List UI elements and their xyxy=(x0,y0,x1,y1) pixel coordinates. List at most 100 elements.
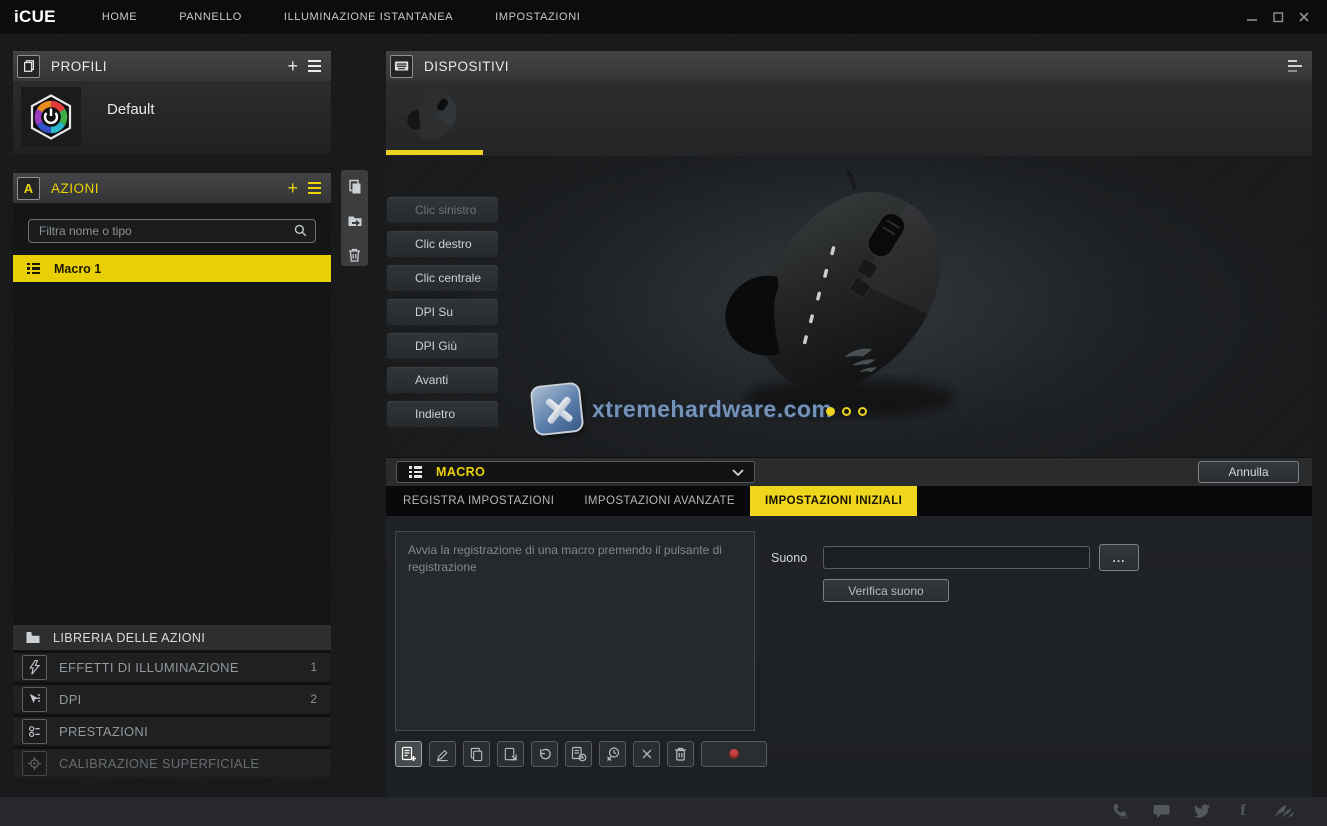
corsair-logo-icon[interactable] xyxy=(1274,802,1294,820)
nav-impostazioni[interactable]: IMPOSTAZIONI xyxy=(495,11,580,23)
mouse-button-middle[interactable]: Clic centrale xyxy=(386,264,499,292)
copy-event-button[interactable] xyxy=(463,741,490,767)
library-title: LIBRERIA DELLE AZIONI xyxy=(53,631,205,645)
category-count-badge: 1 xyxy=(310,660,317,674)
action-filter-input[interactable] xyxy=(28,219,316,243)
mouse-button-back[interactable]: Indietro xyxy=(386,400,499,428)
devices-panel: DISPOSITIVI Clic sinistro xyxy=(386,51,1312,797)
actions-side-toolbar xyxy=(341,170,368,266)
devices-options-icon[interactable] xyxy=(1288,60,1302,72)
facebook-icon[interactable]: f xyxy=(1233,802,1253,820)
chevron-down-icon xyxy=(732,463,744,481)
footer-bar: 24 f xyxy=(0,797,1327,826)
maximize-icon[interactable] xyxy=(1271,10,1285,24)
library-category-surface-calibration[interactable]: CALIBRAZIONE SUPERFICIALE xyxy=(13,747,331,777)
library-header[interactable]: LIBRERIA DELLE AZIONI xyxy=(13,625,331,650)
paste-event-button[interactable] xyxy=(497,741,524,767)
folder-icon xyxy=(25,631,41,645)
chat-icon[interactable] xyxy=(1151,802,1171,820)
action-item-label: Macro 1 xyxy=(54,262,101,276)
add-event-button[interactable] xyxy=(395,741,422,767)
delete-action-icon[interactable] xyxy=(347,247,362,268)
device-view-pager xyxy=(826,407,867,416)
add-profile-button[interactable]: + xyxy=(287,58,298,74)
profiles-menu-icon[interactable] xyxy=(308,60,321,73)
nav-home[interactable]: HOME xyxy=(102,11,137,23)
macro-tabs: REGISTRA IMPOSTAZIONI IMPOSTAZIONI AVANZ… xyxy=(386,486,1312,516)
library-category-performance[interactable]: PRESTAZIONI xyxy=(13,715,331,745)
svg-text:24: 24 xyxy=(1120,814,1128,821)
macro-list-icon xyxy=(27,263,40,274)
sound-label: Suono xyxy=(771,551,807,565)
devices-title: DISPOSITIVI xyxy=(424,59,1288,74)
nav-pannello[interactable]: PANNELLO xyxy=(179,11,242,23)
crosshair-icon xyxy=(22,751,47,776)
profiles-icon xyxy=(17,55,40,78)
cancel-button[interactable]: Annulla xyxy=(1198,461,1299,483)
copy-action-icon[interactable] xyxy=(347,179,363,200)
device-tab-mouse[interactable] xyxy=(396,86,474,147)
sliders-icon xyxy=(22,719,47,744)
mouse-button-dpi-up[interactable]: DPI Su xyxy=(386,298,499,326)
actions-icon: A xyxy=(17,177,40,200)
tab-registra-impostazioni[interactable]: REGISTRA IMPOSTAZIONI xyxy=(388,486,569,516)
close-icon[interactable] xyxy=(1297,10,1311,24)
lightning-icon xyxy=(22,655,47,680)
macro-settings-content: Avvia la registrazione di una macro prem… xyxy=(386,516,1312,797)
sound-input[interactable] xyxy=(823,546,1090,569)
profiles-panel: PROFILI + xyxy=(13,51,331,154)
delete-event-button[interactable] xyxy=(667,741,694,767)
window-controls xyxy=(1245,0,1311,34)
profile-item-default[interactable]: Default xyxy=(21,87,323,149)
dropdown-selected-value: MACRO xyxy=(436,465,732,479)
import-action-icon[interactable] xyxy=(347,213,363,234)
dpi-cursor-icon xyxy=(22,687,47,712)
library-category-dpi[interactable]: DPI 2 xyxy=(13,683,331,713)
edit-event-button[interactable] xyxy=(429,741,456,767)
profile-logo-icon xyxy=(21,87,81,147)
profiles-title: PROFILI xyxy=(51,59,287,74)
icue-logo: iCUE xyxy=(14,7,56,27)
undo-button[interactable] xyxy=(531,741,558,767)
main-nav: HOME PANNELLO ILLUMINAZIONE ISTANTANEA I… xyxy=(102,11,581,23)
minimize-icon[interactable] xyxy=(1245,10,1259,24)
browse-sound-button[interactable]: ... xyxy=(1099,544,1139,571)
twitter-icon[interactable] xyxy=(1192,802,1212,820)
nav-illuminazione-istantanea[interactable]: ILLUMINAZIONE ISTANTANEA xyxy=(284,11,453,23)
support-phone-icon[interactable]: 24 xyxy=(1110,802,1130,820)
action-item-macro-1[interactable]: Macro 1 xyxy=(13,255,331,282)
pager-dot-1[interactable] xyxy=(826,407,835,416)
actions-panel: A AZIONI + Macro 1 LIBRERIA DELLE AZIONI xyxy=(13,173,331,777)
macro-list-icon xyxy=(409,466,422,477)
tab-impostazioni-iniziali[interactable]: IMPOSTAZIONI INIZIALI xyxy=(750,486,917,516)
record-button[interactable] xyxy=(701,741,767,767)
mouse-button-right[interactable]: Clic destro xyxy=(386,230,499,258)
mouse-button-forward[interactable]: Avanti xyxy=(386,366,499,394)
macro-editor[interactable]: Avvia la registrazione di una macro prem… xyxy=(395,531,755,731)
add-action-button[interactable]: + xyxy=(287,180,298,196)
verify-sound-button[interactable]: Verifica suono xyxy=(823,579,949,602)
xtremehardware-watermark: xtremehardware.com xyxy=(532,384,832,434)
insert-delay-button[interactable] xyxy=(565,741,592,767)
profile-name: Default xyxy=(107,101,155,118)
mouse-button-left[interactable]: Clic sinistro xyxy=(386,196,499,224)
mouse-button-dpi-down[interactable]: DPI Giù xyxy=(386,332,499,360)
assignment-bar: MACRO Annulla xyxy=(386,458,1312,486)
clear-button[interactable] xyxy=(633,741,660,767)
mouse-thumbnail xyxy=(396,86,474,147)
actions-title: AZIONI xyxy=(51,181,287,196)
search-icon xyxy=(293,223,308,243)
category-count-badge: 2 xyxy=(310,692,317,706)
pager-dot-2[interactable] xyxy=(842,407,851,416)
macro-toolbar xyxy=(395,741,767,767)
action-type-dropdown[interactable]: MACRO xyxy=(396,461,755,483)
watermark-x-badge xyxy=(530,382,585,437)
pager-dot-3[interactable] xyxy=(858,407,867,416)
record-icon xyxy=(729,749,739,759)
keyboard-icon xyxy=(390,55,413,78)
tab-impostazioni-avanzate[interactable]: IMPOSTAZIONI AVANZATE xyxy=(569,486,750,516)
library-category-lighting[interactable]: EFFETTI DI ILLUMINAZIONE 1 xyxy=(13,651,331,681)
actions-menu-icon[interactable] xyxy=(308,182,321,195)
device-tabstrip xyxy=(386,81,1312,156)
remove-delay-button[interactable] xyxy=(599,741,626,767)
